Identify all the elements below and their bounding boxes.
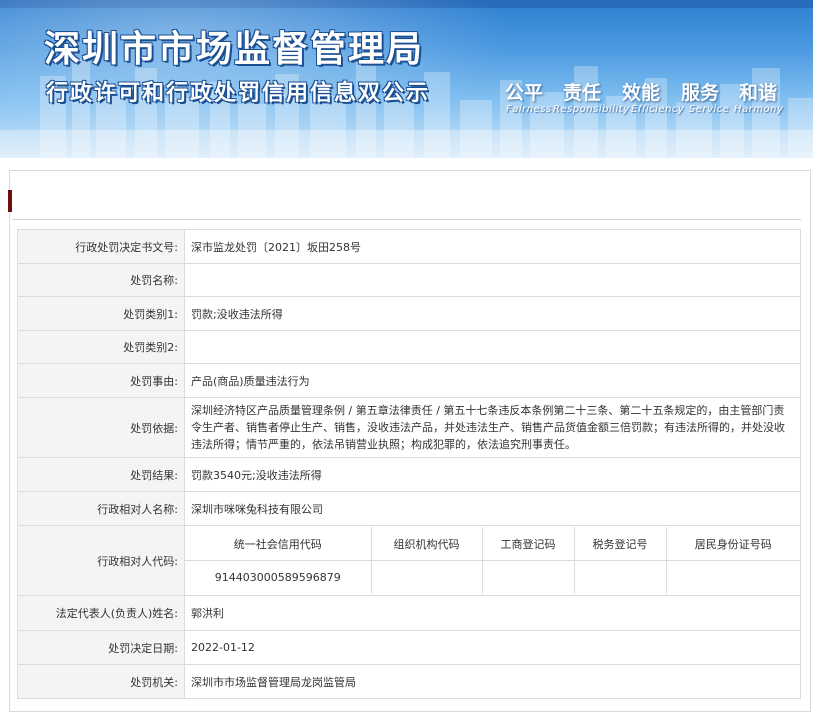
- field-label: 行政处罚决定书文号:: [17, 229, 185, 264]
- field-label: 行政相对人名称:: [17, 491, 185, 526]
- party-codes-cell: 统一社会信用代码 组织机构代码 工商登记码 税务登记号 居民身份证号码 9144…: [184, 525, 801, 596]
- penalty-category1-value: 罚款;没收违法所得: [184, 296, 801, 331]
- motto-fairness: 公平: [505, 82, 544, 104]
- id-number-header: 居民身份证号码: [665, 527, 800, 561]
- site-subtitle: 行政许可和行政处罚信用信息双公示: [46, 81, 431, 106]
- field-label: 处罚决定日期:: [17, 630, 185, 665]
- party-codes-table: 统一社会信用代码 组织机构代码 工商登记码 税务登记号 居民身份证号码 9144…: [185, 527, 800, 594]
- codes-header-row: 统一社会信用代码 组织机构代码 工商登记码 税务登记号 居民身份证号码: [185, 527, 800, 561]
- site-title: 深圳市市场监督管理局: [44, 29, 425, 70]
- field-label: 处罚机关:: [17, 664, 185, 699]
- table-row: 处罚结果: 罚款3540元;没收违法所得: [17, 457, 801, 492]
- table-row: 处罚决定日期: 2022-01-12: [17, 630, 801, 665]
- field-label: 处罚类别1:: [17, 296, 185, 331]
- credit-code-value: 91440300058959687​9: [185, 560, 372, 594]
- decision-number-value: 深市监龙处罚〔2021〕坂田258号: [184, 229, 801, 264]
- business-reg-value: [481, 560, 575, 594]
- field-label: 处罚结果:: [17, 457, 185, 492]
- table-row: 行政处罚决定书文号: 深市监龙处罚〔2021〕坂田258号: [17, 229, 801, 264]
- table-row: 处罚类别2:: [17, 330, 801, 364]
- legal-rep-value: 郭洪利: [184, 595, 801, 631]
- motto-en-efficiency: Efficiency: [631, 104, 685, 115]
- credit-code-header: 统一社会信用代码: [185, 527, 372, 561]
- motto-responsibility: 责任: [563, 82, 602, 104]
- decision-date-value: 2022-01-12: [184, 630, 801, 665]
- section-marker: [8, 190, 12, 212]
- section-divider: [12, 219, 801, 220]
- table-row: 处罚事由: 产品(商品)质量违法行为: [17, 363, 801, 398]
- table-row: 处罚机关: 深圳市市场监督管理局龙岗监管局: [17, 664, 801, 699]
- penalty-reason-value: 产品(商品)质量违法行为: [184, 363, 801, 398]
- table-row: 处罚名称:: [17, 263, 801, 297]
- org-code-header: 组织机构代码: [370, 527, 483, 561]
- field-label: 处罚事由:: [17, 363, 185, 398]
- table-row: 行政相对人名称: 深圳市咪咪兔科技有限公司: [17, 491, 801, 526]
- penalty-result-value: 罚款3540元;没收违法所得: [184, 457, 801, 492]
- org-code-value: [370, 560, 483, 594]
- motto-en-service: Service: [689, 104, 730, 115]
- id-number-value: [665, 560, 800, 594]
- tax-reg-value: [573, 560, 667, 594]
- party-name-value: 深圳市咪咪兔科技有限公司: [184, 491, 801, 526]
- motto-efficiency: 效能: [622, 82, 661, 104]
- motto-service: 服务: [681, 82, 720, 104]
- table-row: 处罚类别1: 罚款;没收违法所得: [17, 296, 801, 331]
- penalty-record-table: 行政处罚决定书文号: 深市监龙处罚〔2021〕坂田258号 处罚名称: 处罚类别…: [17, 229, 801, 699]
- penalty-category2-value: [184, 330, 801, 364]
- field-label: 行政相对人代码:: [17, 525, 185, 596]
- table-row: 处罚依据: 深圳经济特区产品质量管理条例 / 第五章法律责任 / 第五十七条违反…: [17, 397, 801, 458]
- motto-en-fairness: Fairness: [506, 104, 552, 115]
- motto-en-responsibility: Responsibility: [553, 104, 630, 115]
- penalty-basis-value: 深圳经济特区产品质量管理条例 / 第五章法律责任 / 第五十七条违反本条例第二十…: [184, 397, 801, 458]
- motto-harmony: 和谐: [739, 82, 778, 104]
- penalty-authority-value: 深圳市市场监督管理局龙岗监管局: [184, 664, 801, 699]
- field-label: 处罚类别2:: [17, 330, 185, 364]
- business-reg-header: 工商登记码: [481, 527, 575, 561]
- motto-en-harmony: Harmony: [734, 104, 784, 115]
- field-label: 处罚名称:: [17, 263, 185, 297]
- table-row: 行政相对人代码: 统一社会信用代码 组织机构代码 工商登记码 税务登记号 居民身…: [17, 525, 801, 596]
- tax-reg-header: 税务登记号: [573, 527, 667, 561]
- header-banner: 深圳市市场监督管理局 行政许可和行政处罚信用信息双公示 公平 责任 效能 服务 …: [0, 0, 813, 158]
- field-label: 法定代表人(负责人)姓名:: [17, 595, 185, 631]
- penalty-name-value: [184, 263, 801, 297]
- codes-value-row: 91440300058959687​9: [185, 560, 800, 594]
- field-label: 处罚依据:: [17, 397, 185, 458]
- table-row: 法定代表人(负责人)姓名: 郭洪利: [17, 595, 801, 631]
